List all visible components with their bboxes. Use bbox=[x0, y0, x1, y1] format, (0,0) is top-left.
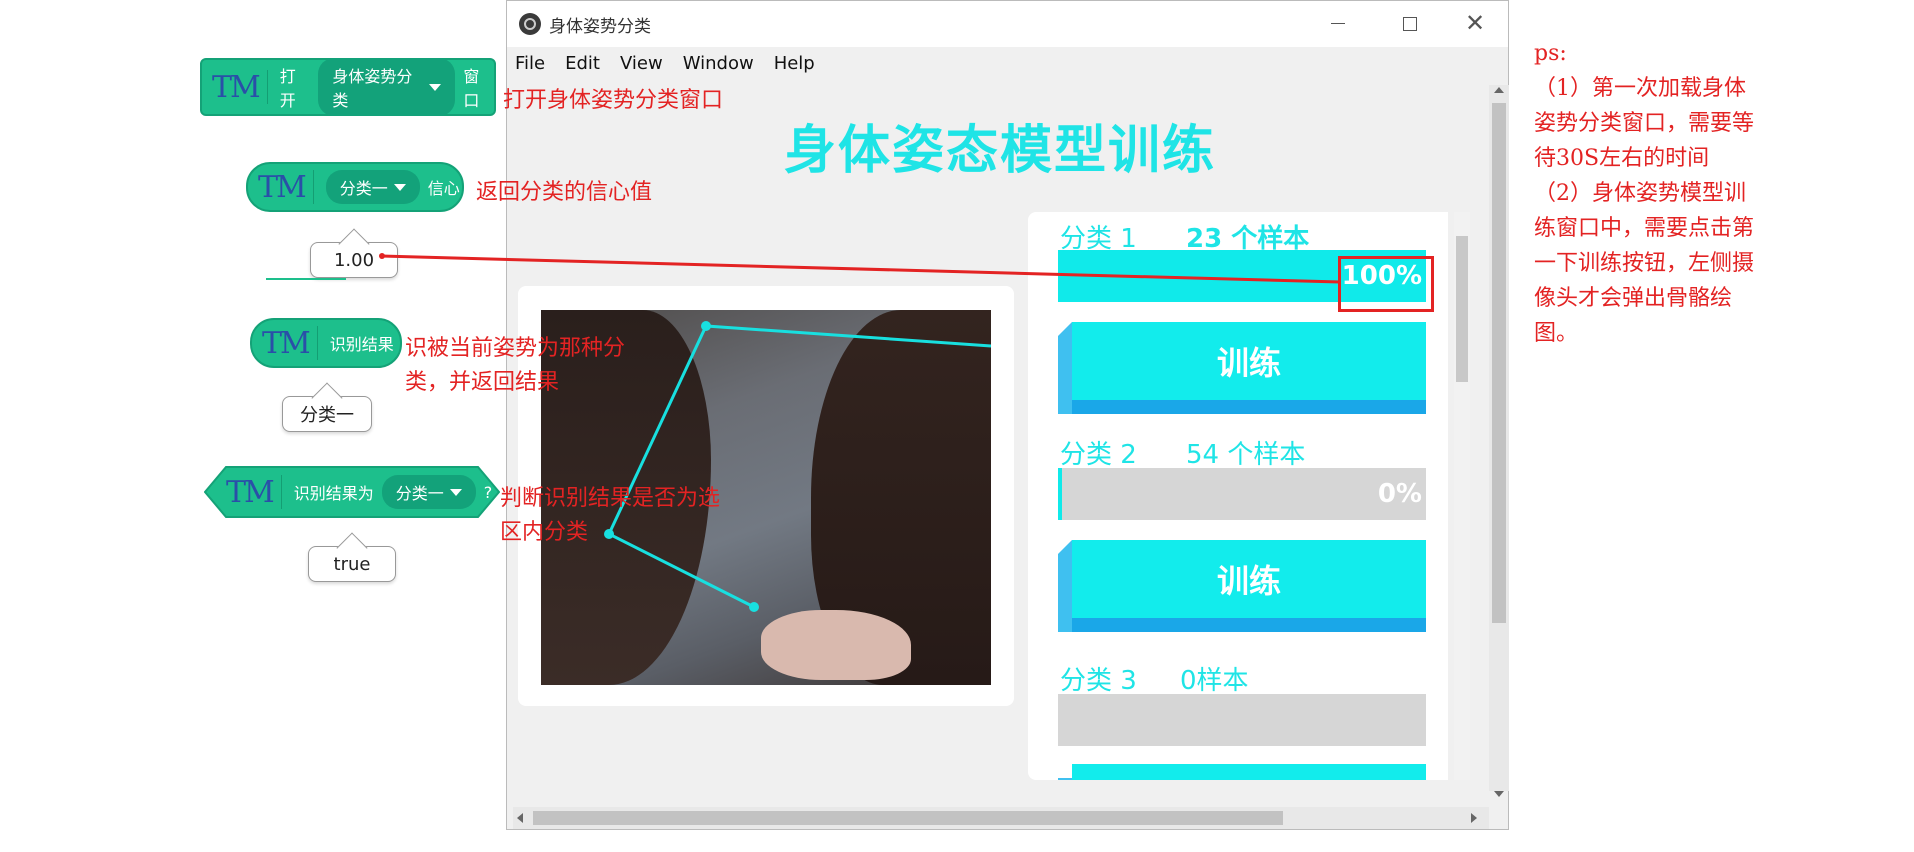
highlight-box bbox=[1338, 256, 1434, 312]
annotation-judge-2: 区内分类 bbox=[500, 520, 589, 545]
notes-line: （1）第一次加载身体 bbox=[1534, 76, 1746, 101]
annotation-recognize-1: 识被当前姿势为那种分 bbox=[405, 336, 626, 361]
notes-line: 一下训练按钮，左侧摄 bbox=[1534, 251, 1755, 276]
notes-line: 图。 bbox=[1534, 321, 1579, 346]
notes-line: 姿势分类窗口，需要等 bbox=[1534, 111, 1755, 136]
annotation-confidence: 返回分类的信心值 bbox=[476, 180, 653, 205]
notes-line: 练窗口中，需要点击第 bbox=[1534, 216, 1755, 241]
notes: ps: （1）第一次加载身体 姿势分类窗口，需要等 待30S左右的时间 （2）身… bbox=[1534, 36, 1784, 351]
annotation-recognize-2: 类，并返回结果 bbox=[405, 370, 560, 395]
notes-line: 待30S左右的时间 bbox=[1534, 146, 1710, 171]
notes-title: ps: bbox=[1534, 41, 1567, 66]
notes-line: （2）身体姿势模型训 bbox=[1534, 181, 1746, 206]
annotation-open: 打开身体姿势分类窗口 bbox=[503, 88, 724, 113]
annotation-judge-1: 判断识别结果是否为选 bbox=[500, 486, 721, 511]
notes-line: 像头才会弹出骨骼绘 bbox=[1534, 286, 1733, 311]
